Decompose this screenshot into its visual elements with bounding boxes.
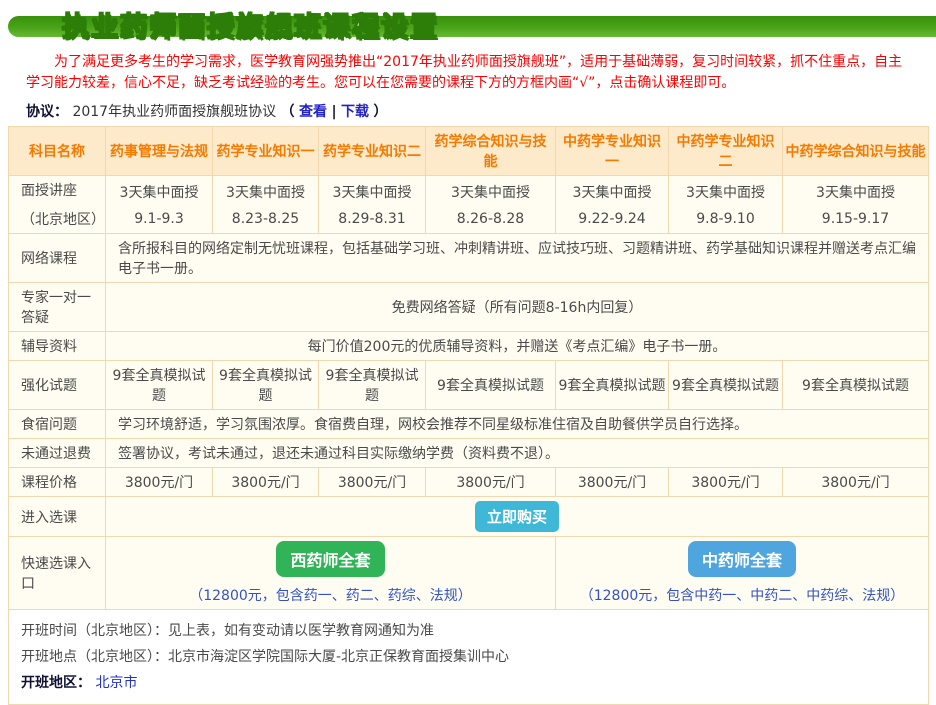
row-label-food: 食宿问题 <box>9 410 106 439</box>
tcm-pharmacist-set-button[interactable]: 中药师全套 <box>688 541 796 577</box>
price-cell: 3800元/门 <box>669 468 783 497</box>
intro-paragraph: 为了满足更多考生的学习需求，医学教育网强势推出“2017年执业药师面授旗舰班”，… <box>26 52 908 94</box>
face-lecture: 3天集中面授 <box>108 182 210 202</box>
agreement-name: 2017年执业药师面授旗舰班协议 <box>72 104 276 120</box>
face-date: 9.15-9.17 <box>785 211 926 227</box>
network-course-text: 含所报科目的网络定制无忧班课程，包括基础学习班、冲刺精讲班、应试技巧班、习题精讲… <box>106 234 929 283</box>
face-date: 8.29-8.31 <box>321 211 423 227</box>
face-cell: 3天集中面授 8.23-8.25 <box>213 176 319 234</box>
enroll-row: 进入选课 立即购买 <box>9 497 929 537</box>
mock-exam-cell: 9套全真模拟试题 <box>426 361 556 410</box>
food-lodging-row: 食宿问题 学习环境舒适，学习氛围浓厚。食宿费自理，网校会推荐不同星级标准住宿及自… <box>9 410 929 439</box>
paren-close: ） <box>373 104 387 120</box>
column-header: 药学专业知识二 <box>319 127 426 176</box>
column-header: 药学综合知识与技能 <box>426 127 556 176</box>
face-lecture: 3天集中面授 <box>321 182 423 202</box>
mock-exam-cell: 9套全真模拟试题 <box>783 361 929 410</box>
price-cell: 3800元/门 <box>556 468 669 497</box>
region-label: 开班地区： <box>21 675 91 691</box>
price-row: 课程价格 3800元/门 3800元/门 3800元/门 3800元/门 380… <box>9 468 929 497</box>
column-header: 中药学专业知识二 <box>669 127 783 176</box>
food-lodging-text: 学习环境舒适，学习氛围浓厚。食宿费自理，网校会推荐不同星级标准住宿及自助餐供学员… <box>106 410 929 439</box>
mock-exam-cell: 9套全真模拟试题 <box>556 361 669 410</box>
row-label-qa: 专家一对一答疑 <box>9 283 106 332</box>
link-divider: | <box>331 104 336 120</box>
face-lecture: 3天集中面授 <box>428 182 553 202</box>
west-set-desc: （12800元，包含药一、药二、药综、法规） <box>108 585 553 605</box>
face-date: 8.23-8.25 <box>215 211 316 227</box>
view-link[interactable]: 查看 <box>299 104 327 120</box>
download-link[interactable]: 下载 <box>341 104 369 120</box>
face-date: 9.22-9.24 <box>558 211 666 227</box>
west-pharmacist-set-button[interactable]: 西药师全套 <box>276 541 384 577</box>
materials-text: 每门价值200元的优质辅导资料，并赠送《考点汇编》电子书一册。 <box>106 332 929 361</box>
row-label-materials: 辅导资料 <box>9 332 106 361</box>
mock-exam-row: 强化试题 9套全真模拟试题 9套全真模拟试题 9套全真模拟试题 9套全真模拟试题… <box>9 361 929 410</box>
face-cell: 3天集中面授 9.22-9.24 <box>556 176 669 234</box>
footer-row: 开班时间（北京地区）：见上表，如有变动请以医学教育网通知为准 开班地点（北京地区… <box>9 610 929 705</box>
expert-qa-text: 免费网络答疑（所有问题8-16h内回复） <box>106 283 929 332</box>
buy-now-button[interactable]: 立即购买 <box>475 501 559 532</box>
quick-select-row: 快速选课入口 西药师全套 （12800元，包含药一、药二、药综、法规） 中药师全… <box>9 537 929 610</box>
face-lecture: 3天集中面授 <box>215 182 316 202</box>
page-title: 执业药师面授旗舰班课程设置 <box>62 5 439 44</box>
row-label-price: 课程价格 <box>9 468 106 497</box>
face-cell: 3天集中面授 9.8-9.10 <box>669 176 783 234</box>
agreement-label: 协议： <box>26 104 68 120</box>
expert-qa-row: 专家一对一答疑 免费网络答疑（所有问题8-16h内回复） <box>9 283 929 332</box>
agreement-line: 协议： 2017年执业药师面授旗舰班协议 （ 查看 | 下载 ） <box>26 101 908 121</box>
tcm-set-cell: 中药师全套 （12800元，包含中药一、中药二、中药综、法规） <box>556 537 929 610</box>
price-cell: 3800元/门 <box>106 468 213 497</box>
face-cell: 3天集中面授 9.15-9.17 <box>783 176 929 234</box>
price-cell: 3800元/门 <box>426 468 556 497</box>
mock-exam-cell: 9套全真模拟试题 <box>106 361 213 410</box>
course-table: 科目名称 药事管理与法规 药学专业知识一 药学专业知识二 药学综合知识与技能 中… <box>8 126 929 705</box>
price-cell: 3800元/门 <box>319 468 426 497</box>
face-cell: 3天集中面授 8.29-8.31 <box>319 176 426 234</box>
mock-exam-cell: 9套全真模拟试题 <box>669 361 783 410</box>
network-course-row: 网络课程 含所报科目的网络定制无忧班课程，包括基础学习班、冲刺精讲班、应试技巧班… <box>9 234 929 283</box>
face-cell: 3天集中面授 8.26-8.28 <box>426 176 556 234</box>
price-cell: 3800元/门 <box>783 468 929 497</box>
mock-exam-cell: 9套全真模拟试题 <box>319 361 426 410</box>
footer-cell: 开班时间（北京地区）：见上表，如有变动请以医学教育网通知为准 开班地点（北京地区… <box>9 610 929 705</box>
tcm-set-desc: （12800元，包含中药一、中药二、中药综、法规） <box>558 585 926 605</box>
column-header: 药事管理与法规 <box>106 127 213 176</box>
class-place-line: 开班地点（北京地区）：北京市海淀区学院国际大厦-北京正保教育面授集训中心 <box>21 644 916 670</box>
face-date: 8.26-8.28 <box>428 211 553 227</box>
row-label-mock: 强化试题 <box>9 361 106 410</box>
row-label-refund: 未通过退费 <box>9 439 106 468</box>
row-label-quick: 快速选课入口 <box>9 537 106 610</box>
refund-text: 签署协议，考试未通过，退还未通过科目实际缴纳学费（资料费不退）。 <box>106 439 929 468</box>
price-cell: 3800元/门 <box>213 468 319 497</box>
face-lecture: 3天集中面授 <box>671 182 780 202</box>
materials-row: 辅导资料 每门价值200元的优质辅导资料，并赠送《考点汇编》电子书一册。 <box>9 332 929 361</box>
face-lecture: 3天集中面授 <box>558 182 666 202</box>
region-link-beijing[interactable]: 北京市 <box>95 675 137 691</box>
paren-open: （ <box>281 104 295 120</box>
table-header-row: 科目名称 药事管理与法规 药学专业知识一 药学专业知识二 药学综合知识与技能 中… <box>9 127 929 176</box>
face-cell: 3天集中面授 9.1-9.3 <box>106 176 213 234</box>
mock-exam-cell: 9套全真模拟试题 <box>213 361 319 410</box>
class-region-line: 开班地区： 北京市 <box>21 670 916 696</box>
face-lecture: 3天集中面授 <box>785 182 926 202</box>
column-header: 中药学专业知识一 <box>556 127 669 176</box>
column-header: 药学专业知识一 <box>213 127 319 176</box>
refund-row: 未通过退费 签署协议，考试未通过，退还未通过科目实际缴纳学费（资料费不退）。 <box>9 439 929 468</box>
column-header-subject: 科目名称 <box>9 127 106 176</box>
title-banner: 执业药师面授旗舰班课程设置 <box>0 2 936 42</box>
face-date: 9.1-9.3 <box>108 211 210 227</box>
enroll-cell: 立即购买 <box>106 497 929 537</box>
row-label-network: 网络课程 <box>9 234 106 283</box>
column-header: 中药学综合知识与技能 <box>783 127 929 176</box>
row-label-face: 面授讲座 （北京地区） <box>9 176 106 234</box>
face-lecture-row: 面授讲座 （北京地区） 3天集中面授 9.1-9.3 3天集中面授 8.23-8… <box>9 176 929 234</box>
west-set-cell: 西药师全套 （12800元，包含药一、药二、药综、法规） <box>106 537 556 610</box>
face-date: 9.8-9.10 <box>671 211 780 227</box>
row-label-enroll: 进入选课 <box>9 497 106 537</box>
class-time-line: 开班时间（北京地区）：见上表，如有变动请以医学教育网通知为准 <box>21 618 916 644</box>
